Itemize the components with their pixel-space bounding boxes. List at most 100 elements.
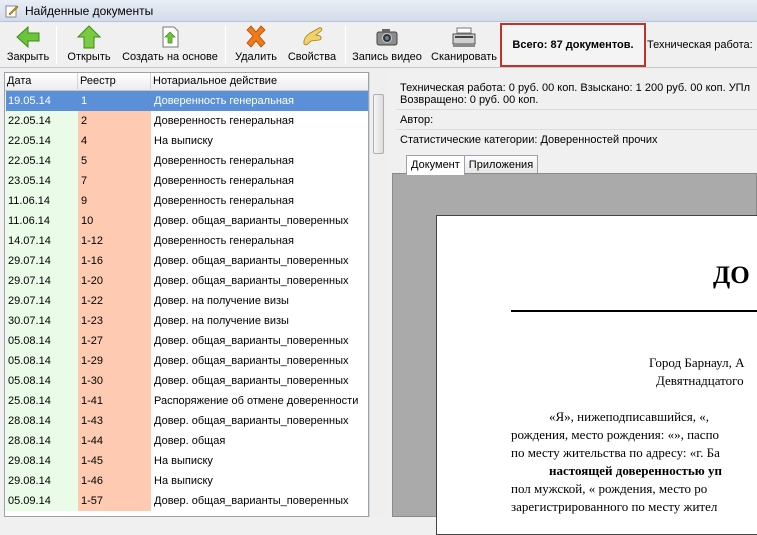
cell-date: 22.05.14 [5, 151, 78, 171]
properties-hand-icon [299, 24, 325, 50]
cell-registry: 1-46 [78, 471, 151, 491]
cell-action: Довер. общая_варианты_поверенных [151, 351, 368, 371]
city-line: Город Барнаул, А [649, 355, 745, 370]
cell-action: На выписку [151, 131, 368, 151]
total-documents-count: Всего: 87 документов. [500, 23, 646, 67]
table-row[interactable]: 29.08.14 1-45 На выписку [5, 451, 368, 471]
grid-rows: 19.05.14 1 Доверенность генеральная 22.05.1… [5, 91, 368, 511]
cell-registry: 1-45 [78, 451, 151, 471]
table-row[interactable]: 29.08.14 1-46 На выписку [5, 471, 368, 491]
document-text-line: «Я», нижеподписавшийся, «, [549, 409, 710, 424]
cell-action: Доверенность генеральная [151, 151, 368, 171]
open-button[interactable]: Открыть [64, 24, 114, 66]
grid-header: Дата Реестр Нотариальное действие [5, 73, 368, 91]
toolbar-separator [56, 26, 57, 64]
divider [396, 109, 757, 110]
tab-attachments[interactable]: Приложения [463, 155, 539, 174]
scrollbar-thumb[interactable] [373, 94, 384, 154]
arrow-left-icon [15, 24, 41, 50]
record-video-label: Запись видео [352, 51, 422, 63]
document-preview[interactable]: ДО Город Барнаул, А Девятнадцатого «Я», … [392, 173, 757, 535]
record-video-button[interactable]: Запись видео [350, 24, 424, 66]
table-row[interactable]: 05.08.14 1-29 Довер. общая_варианты_повере… [5, 351, 368, 371]
cell-registry: 2 [78, 111, 151, 131]
table-row[interactable]: 23.05.14 7 Доверенность генеральная [5, 171, 368, 191]
tab-document[interactable]: Документ [406, 155, 465, 175]
cell-date: 05.08.14 [5, 331, 78, 351]
table-row[interactable]: 22.05.14 2 Доверенность генеральная [5, 111, 368, 131]
cell-registry: 1-27 [78, 331, 151, 351]
cell-date: 29.07.14 [5, 271, 78, 291]
scan-button[interactable]: Сканировать [428, 24, 500, 66]
cell-action: Доверенность генеральная [151, 231, 368, 251]
cell-registry: 1-16 [78, 251, 151, 271]
table-row[interactable]: 05.09.14 1-57 Довер. общая_варианты_повере… [5, 491, 368, 511]
cell-date: 22.05.14 [5, 111, 78, 131]
cell-registry: 4 [78, 131, 151, 151]
table-row[interactable]: 28.08.14 1-43 Довер. общая_варианты_повере… [5, 411, 368, 431]
table-row[interactable]: 29.07.14 1-22 Довер. на получение визы [5, 291, 368, 311]
returned-info: Возвращено: 0 руб. 00 коп. [400, 94, 539, 106]
cell-registry: 1-30 [78, 371, 151, 391]
cell-action: Довер. общая_варианты_поверенных [151, 271, 368, 291]
table-row[interactable]: 11.06.14 9 Доверенность генеральная [5, 191, 368, 211]
date-line: Девятнадцатого [656, 373, 744, 388]
cell-date: 29.07.14 [5, 291, 78, 311]
cell-date: 05.08.14 [5, 351, 78, 371]
toolbar: Закрыть Открыть Создать на основе Удалит… [0, 22, 757, 68]
table-row[interactable]: 28.08.14 1-44 Довер. общая [5, 431, 368, 451]
cell-registry: 1-57 [78, 491, 151, 511]
cell-action: Довер. на получение визы [151, 291, 368, 311]
delete-button[interactable]: Удалить [232, 24, 280, 66]
table-row[interactable]: 25.08.14 1-41 Распоряжение об отмене довер… [5, 391, 368, 411]
cell-date: 30.07.14 [5, 311, 78, 331]
table-row[interactable]: 19.05.14 1 Доверенность генеральная [5, 91, 368, 111]
properties-button[interactable]: Свойства [284, 24, 340, 66]
arrow-up-icon [76, 24, 102, 50]
document-tabs: Документ Приложения [406, 155, 539, 175]
cell-date: 11.06.14 [5, 211, 78, 231]
window-title: Найденные документы [25, 3, 154, 18]
header-notarial-action[interactable]: Нотариальное действие [151, 73, 368, 91]
table-row[interactable]: 29.07.14 1-20 Довер. общая_варианты_повере… [5, 271, 368, 291]
cell-action: Доверенность генеральная [151, 171, 368, 191]
grid-scrollbar[interactable] [369, 72, 386, 517]
payment-info: Техническая работа: 0 руб. 00 коп. Взыск… [400, 82, 751, 94]
document-text-line: зарегистрированного по месту жител [511, 499, 718, 514]
table-row[interactable]: 30.07.14 1-23 Довер. на получение визы [5, 311, 368, 331]
cell-registry: 1 [78, 91, 151, 111]
header-registry[interactable]: Реестр [78, 73, 151, 91]
table-row[interactable]: 05.08.14 1-27 Довер. общая_варианты_повере… [5, 331, 368, 351]
document-page: ДО Город Барнаул, А Девятнадцатого «Я», … [436, 215, 757, 535]
cell-registry: 7 [78, 171, 151, 191]
cell-date: 29.08.14 [5, 471, 78, 491]
cell-action: Доверенность генеральная [151, 191, 368, 211]
cell-action: Довер. общая [151, 431, 368, 451]
header-date[interactable]: Дата [5, 73, 78, 91]
cell-action: Довер. общая_варианты_поверенных [151, 211, 368, 231]
cell-action: Довер. общая_варианты_поверенных [151, 251, 368, 271]
cell-action: Довер. на получение визы [151, 311, 368, 331]
cell-date: 29.08.14 [5, 451, 78, 471]
cell-action: На выписку [151, 451, 368, 471]
author-info: Автор: [400, 114, 434, 126]
close-button[interactable]: Закрыть [4, 24, 52, 66]
cell-date: 19.05.14 [5, 91, 78, 111]
cell-date: 11.06.14 [5, 191, 78, 211]
category-info: Статистические категории: Доверенностей … [400, 134, 658, 146]
cell-registry: 1-22 [78, 291, 151, 311]
table-row[interactable]: 22.05.14 5 Доверенность генеральная [5, 151, 368, 171]
documents-grid[interactable]: Дата Реестр Нотариальное действие 19.05.… [4, 72, 369, 517]
table-row[interactable]: 29.07.14 1-16 Довер. общая_варианты_повере… [5, 251, 368, 271]
toolbar-separator [225, 26, 226, 64]
cell-registry: 1-23 [78, 311, 151, 331]
cell-registry: 1-29 [78, 351, 151, 371]
table-row[interactable]: 11.06.14 10 Довер. общая_варианты_поверенн… [5, 211, 368, 231]
cell-date: 05.09.14 [5, 491, 78, 511]
create-based-button[interactable]: Создать на основе [120, 24, 220, 66]
cell-action: Довер. общая_варианты_поверенных [151, 491, 368, 511]
table-row[interactable]: 14.07.14 1-12 Доверенность генеральная [5, 231, 368, 251]
table-row[interactable]: 05.08.14 1-30 Довер. общая_варианты_повере… [5, 371, 368, 391]
close-label: Закрыть [6, 51, 50, 63]
table-row[interactable]: 22.05.14 4 На выписку [5, 131, 368, 151]
